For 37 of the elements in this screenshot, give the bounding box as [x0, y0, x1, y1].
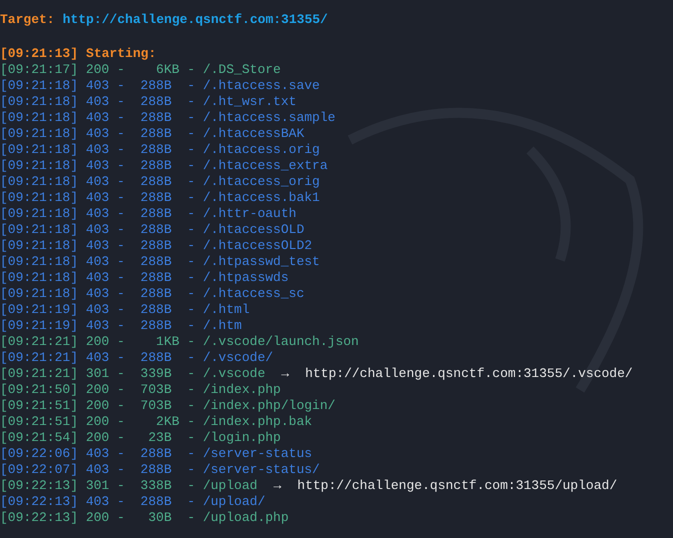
log-line: [09:22:07] 403 - 288B - /server-status/	[0, 462, 320, 478]
arrow-text: →	[273, 478, 282, 494]
log-line: [09:22:06] 403 - 288B - /server-status	[0, 446, 312, 462]
log-line: [09:21:18] 403 - 288B - /.htaccess.bak1	[0, 190, 320, 206]
log-line: [09:21:19] 403 - 288B - /.html	[0, 302, 250, 318]
log-line: [09:21:51] 200 - 703B - /index.php/login/	[0, 398, 336, 414]
log-line: [09:21:54] 200 - 23B - /login.php	[0, 430, 281, 446]
log-line: [09:21:51] 200 - 2KB - /index.php.bak	[0, 414, 312, 430]
log-line: [09:21:18] 403 - 288B - /.htaccessBAK	[0, 126, 304, 142]
log-line: [09:21:17] 200 - 6KB - /.DS_Store	[0, 62, 281, 78]
target-label: Target:	[0, 12, 55, 28]
log-line: [09:21:18] 403 - 288B - /.htaccess.save	[0, 78, 320, 94]
timestamp: [09:21:13]	[0, 46, 78, 62]
log-line: [09:21:18] 403 - 288B - /.htpasswds	[0, 270, 289, 286]
log-line: [09:21:18] 403 - 288B - /.htaccess.sample	[0, 110, 336, 126]
log-line: [09:22:13] 301 - 338B - /upload	[0, 478, 258, 494]
log-line: [09:21:21] 403 - 288B - /.vscode/	[0, 350, 274, 366]
arrow-text: →	[281, 366, 290, 382]
log-line: [09:21:18] 403 - 288B - /.htaccess_extra	[0, 158, 328, 174]
log-line: [09:22:13] 200 - 30B - /upload.php	[0, 510, 289, 526]
log-line: [09:22:13] 403 - 288B - /upload/	[0, 494, 266, 510]
log-line: [09:21:50] 200 - 703B - /index.php	[0, 382, 281, 398]
log-line: [09:21:21] 200 - 1KB - /.vscode/launch.json	[0, 334, 359, 350]
log-line: [09:21:18] 403 - 288B - /.htaccess_sc	[0, 286, 304, 302]
log-line: [09:21:18] 403 - 288B - /.htaccessOLD2	[0, 238, 312, 254]
log-line: [09:21:18] 403 - 288B - /.htaccessOLD	[0, 222, 304, 238]
log-line: [09:21:19] 403 - 288B - /.htm	[0, 318, 242, 334]
redirect-url: http://challenge.qsnctf.com:31355/.vscode/	[305, 366, 633, 382]
log-line: [09:21:18] 403 - 288B - /.ht_wsr.txt	[0, 94, 296, 110]
log-line: [09:21:18] 403 - 288B - /.htpasswd_test	[0, 254, 320, 270]
log-line: [09:21:18] 403 - 288B - /.htaccess.orig	[0, 142, 320, 158]
log-line: [09:21:18] 403 - 288B - /.htaccess_orig	[0, 174, 320, 190]
log-line: [09:21:21] 301 - 339B - /.vscode	[0, 366, 266, 382]
status-text: Starting:	[86, 46, 156, 62]
target-url: http://challenge.qsnctf.com:31355/	[62, 12, 328, 28]
redirect-url: http://challenge.qsnctf.com:31355/upload/	[297, 478, 618, 494]
log-line: [09:21:18] 403 - 288B - /.httr-oauth	[0, 206, 296, 222]
